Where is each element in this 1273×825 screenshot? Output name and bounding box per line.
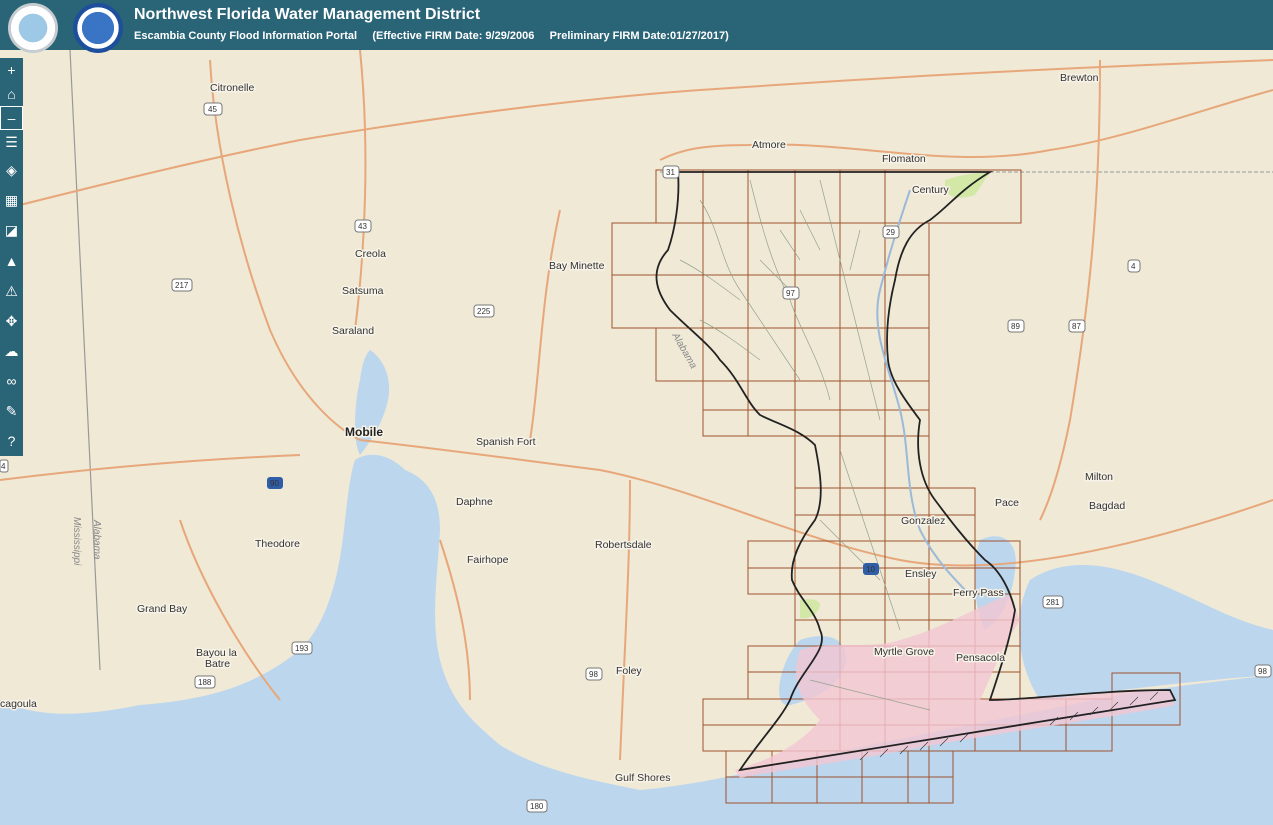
highway-shield: 98 xyxy=(1254,664,1272,678)
place-label: Robertsdale xyxy=(595,539,652,551)
svg-text:4: 4 xyxy=(1131,262,1136,271)
place-label: Theodore xyxy=(255,538,300,550)
place-label: Citronelle xyxy=(210,82,255,94)
map-toolbar: + ⌂ – ☰ ◈ ▦ ◪ ▲ ⚠ ✥ ☁ ∞ ✎ ? xyxy=(0,58,23,456)
highway-shield: 89 xyxy=(1007,319,1025,333)
warning-button[interactable]: ⚠ xyxy=(0,279,23,303)
place-label: Pensacola xyxy=(956,652,1005,664)
highway-shield: 31 xyxy=(662,165,680,179)
escambia-county-seal xyxy=(73,3,123,53)
svg-text:89: 89 xyxy=(1011,322,1020,331)
place-label: Century xyxy=(912,184,950,196)
comment-button[interactable]: ✎ xyxy=(0,399,23,423)
upload-button[interactable]: ☁ xyxy=(0,339,23,363)
svg-text:4: 4 xyxy=(1,462,6,471)
place-label: Creola xyxy=(355,248,386,260)
navigation-button[interactable]: ▲ xyxy=(0,249,23,273)
place-label: Batre xyxy=(205,658,230,670)
app-header: Northwest Florida Water Management Distr… xyxy=(0,0,1273,53)
svg-text:188: 188 xyxy=(198,678,212,687)
place-label: Atmore xyxy=(752,139,786,151)
highway-shield: 4 xyxy=(0,459,9,473)
highway-shield: 10 xyxy=(863,563,879,575)
place-label: Pace xyxy=(995,497,1019,509)
highway-shield: 29 xyxy=(882,225,900,239)
place-label: Brewton xyxy=(1060,72,1099,84)
zoom-in-button[interactable]: + xyxy=(0,58,23,82)
place-label: Satsuma xyxy=(342,285,384,297)
highway-shield: 87 xyxy=(1068,319,1086,333)
place-label: cagoula xyxy=(0,698,37,710)
highway-shield: 45 xyxy=(203,102,223,116)
page-subtitle: Escambia County Flood Information Portal… xyxy=(134,30,729,42)
place-label: Ferry Pass xyxy=(953,587,1004,599)
place-label: Milton xyxy=(1085,471,1113,483)
highway-shield: 180 xyxy=(526,799,548,813)
svg-text:217: 217 xyxy=(175,281,189,290)
svg-text:180: 180 xyxy=(530,802,544,811)
place-label: Mobile xyxy=(345,425,383,439)
highway-shield: 188 xyxy=(194,675,216,689)
place-label: Fairhope xyxy=(467,554,509,566)
svg-text:29: 29 xyxy=(886,228,895,237)
svg-text:90: 90 xyxy=(270,479,279,488)
state-label: Alabama xyxy=(91,519,102,560)
page-title: Northwest Florida Water Management Distr… xyxy=(134,6,481,23)
place-label: Daphne xyxy=(456,496,493,508)
place-label: Saraland xyxy=(332,325,374,337)
overview-button[interactable]: ◪ xyxy=(0,218,23,242)
highway-shield: 281 xyxy=(1042,595,1064,609)
help-button[interactable]: ? xyxy=(0,429,23,453)
highway-shield: 193 xyxy=(291,641,313,655)
nwfwmd-logo xyxy=(8,3,58,53)
layers-button[interactable]: ◈ xyxy=(0,158,23,182)
highway-shield: 4 xyxy=(1127,259,1141,273)
measure-button[interactable]: ✥ xyxy=(0,309,23,333)
place-label: Flomaton xyxy=(882,153,926,165)
svg-text:10: 10 xyxy=(866,565,875,574)
place-label: Gonzalez xyxy=(901,515,945,527)
place-label: Spanish Fort xyxy=(476,436,536,448)
place-label: Bagdad xyxy=(1089,500,1125,512)
svg-text:98: 98 xyxy=(589,670,598,679)
highway-shield: 225 xyxy=(473,304,495,318)
highway-shield: 43 xyxy=(354,219,372,233)
highway-shield: 97 xyxy=(782,286,800,300)
place-label: Myrtle Grove xyxy=(874,646,934,658)
place-label: Bay Minette xyxy=(549,260,605,272)
basemap-button[interactable]: ▦ xyxy=(0,188,23,212)
highway-shield: 217 xyxy=(171,278,193,292)
svg-text:43: 43 xyxy=(358,222,367,231)
state-label: Mississippi xyxy=(71,517,82,566)
svg-text:97: 97 xyxy=(786,289,795,298)
svg-text:87: 87 xyxy=(1072,322,1081,331)
svg-text:281: 281 xyxy=(1046,598,1060,607)
place-label: Grand Bay xyxy=(137,603,188,615)
svg-text:193: 193 xyxy=(295,644,309,653)
place-label: Foley xyxy=(616,665,642,677)
legend-button[interactable]: ☰ xyxy=(0,130,23,154)
highway-shield: 90 xyxy=(267,477,283,489)
link-button[interactable]: ∞ xyxy=(0,369,23,393)
svg-text:225: 225 xyxy=(477,307,491,316)
home-button[interactable]: ⌂ xyxy=(0,82,23,106)
highway-shield: 98 xyxy=(585,667,603,681)
svg-text:98: 98 xyxy=(1258,667,1267,676)
zoom-out-button[interactable]: – xyxy=(0,106,23,130)
map-canvas[interactable]: Citronelle Brewton Atmore Flomaton Centu… xyxy=(0,0,1273,825)
svg-text:31: 31 xyxy=(666,168,675,177)
place-label: Gulf Shores xyxy=(615,772,670,784)
svg-text:45: 45 xyxy=(208,105,217,114)
place-label: Ensley xyxy=(905,568,937,580)
